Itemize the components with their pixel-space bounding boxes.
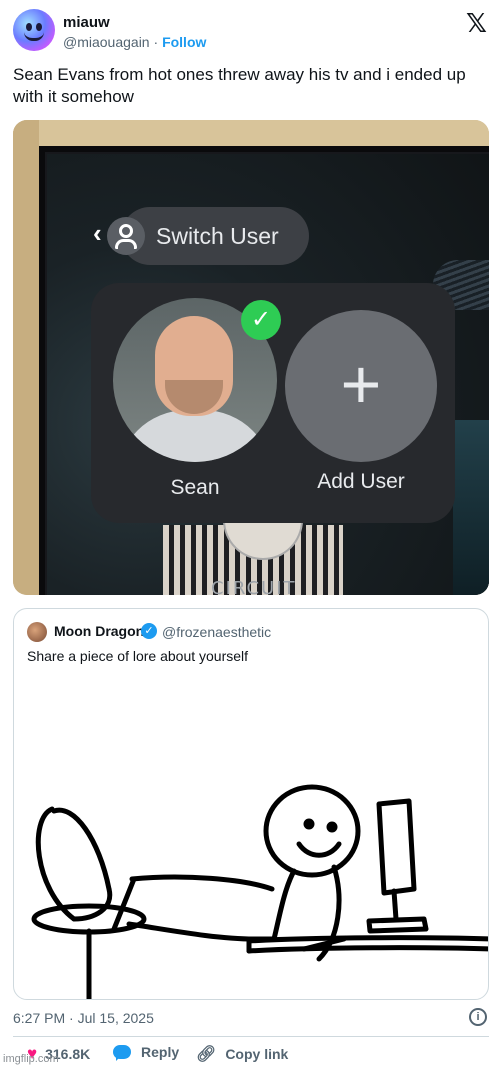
- link-icon: 🔗︎: [196, 1046, 217, 1063]
- quoted-avatar: [27, 622, 47, 642]
- follow-button[interactable]: Follow: [162, 34, 206, 50]
- verified-badge-icon: ✓: [141, 623, 157, 639]
- tweet-actions: ♥ 316.8K Reply 🔗︎ Copy link: [13, 1044, 489, 1066]
- x-logo-icon[interactable]: 𝕏: [466, 10, 487, 36]
- author-handle[interactable]: @miaouagain: [63, 34, 150, 50]
- quoted-tweet-text: Share a piece of lore about yourself: [27, 648, 249, 664]
- stick-figure-drawing: [31, 784, 488, 999]
- avatar[interactable]: [13, 9, 55, 51]
- avatar-eye: [26, 23, 32, 31]
- tweet-text: Sean Evans from hot ones threw away his …: [13, 65, 466, 106]
- avatar-eye: [36, 23, 42, 31]
- quoted-tweet[interactable]: Moon Dragon ✓ @frozenaesthetic Share a p…: [13, 608, 489, 1000]
- author-name[interactable]: miauw: [63, 14, 110, 31]
- copy-link-label: Copy link: [225, 1046, 289, 1062]
- background-text: CIRCUIT: [211, 578, 297, 595]
- tweet-timestamp[interactable]: 6:27 PM · Jul 15, 2025: [13, 1010, 154, 1026]
- divider: [13, 1036, 489, 1037]
- reply-button[interactable]: Reply: [113, 1044, 180, 1061]
- plus-icon: +: [340, 345, 382, 423]
- chevron-left-icon: ‹: [93, 218, 102, 248]
- avatar-smile: [24, 32, 44, 41]
- reply-label: Reply: [141, 1044, 180, 1060]
- info-icon[interactable]: i: [469, 1008, 487, 1026]
- copy-link-button[interactable]: 🔗︎ Copy link: [196, 1044, 288, 1064]
- tweet-header: miauw @miaouagain · Follow 𝕏: [13, 8, 489, 56]
- tweet-photo[interactable]: CIRCUIT ‹ Switch User ✓ Sean + Add User: [13, 120, 489, 595]
- add-user-label: Add User: [317, 470, 405, 493]
- user-icon: [107, 217, 145, 255]
- user-name-label: Sean: [170, 476, 220, 499]
- quoted-author-handle: @frozenaesthetic: [162, 624, 272, 640]
- separator-dot: ·: [153, 34, 159, 50]
- author-handle-line: @miaouagain · Follow: [63, 34, 206, 50]
- quoted-author-name: Moon Dragon: [54, 623, 145, 639]
- watermark: imgflip.com: [3, 1053, 59, 1065]
- reply-icon: [113, 1045, 131, 1061]
- switch-user-label: Switch User: [156, 223, 279, 249]
- checkmark-icon: ✓: [241, 300, 281, 340]
